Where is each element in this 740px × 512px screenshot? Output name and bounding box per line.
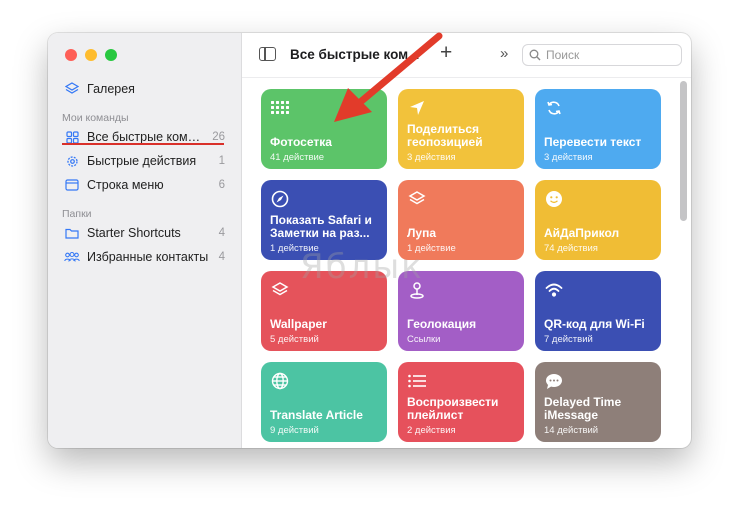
annotation-arrow	[334, 32, 443, 122]
